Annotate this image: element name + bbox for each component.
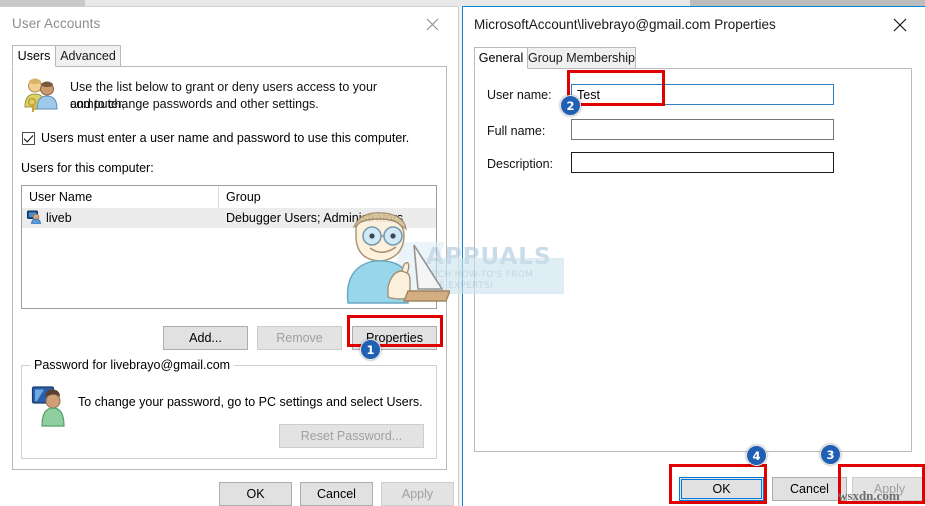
user-accounts-title: User Accounts (12, 16, 101, 31)
description-input[interactable] (571, 152, 834, 173)
row-user-name-cell: liveb (22, 208, 219, 228)
checkbox-checked-icon (22, 131, 35, 145)
tab-users[interactable]: Users (12, 45, 56, 67)
tab-general[interactable]: General (474, 47, 528, 69)
highlight-ok-button (669, 464, 767, 504)
apply-button-label: Apply (401, 487, 434, 501)
full-name-label: Full name: (487, 124, 546, 138)
step-badge-4: 4 (746, 445, 767, 466)
step-badge-3: 3 (820, 444, 841, 465)
user-name-label: User name: (487, 88, 552, 102)
add-button[interactable]: Add... (163, 326, 248, 350)
user-accounts-titlebar: User Accounts (0, 7, 457, 41)
properties-titlebar: MicrosoftAccount\livebrayo@gmail.com Pro… (463, 7, 925, 43)
tab-advanced-label: Advanced (60, 49, 116, 63)
highlight-user-name-input (567, 70, 665, 106)
properties-tabstrip: General Group Membership (474, 47, 912, 69)
require-password-checkbox-label: Users must enter a user name and passwor… (41, 131, 410, 145)
ok-button[interactable]: OK (219, 482, 292, 506)
ok-button-label: OK (246, 487, 265, 501)
require-password-checkbox[interactable]: Users must enter a user name and passwor… (22, 131, 409, 145)
row-user-name: liveb (46, 211, 72, 225)
remove-button: Remove (257, 326, 342, 350)
users-intro-line2: and to change passwords and other settin… (70, 97, 319, 111)
properties-cancel-button[interactable]: Cancel (772, 477, 847, 501)
user-account-icon (27, 210, 41, 227)
users-list-caption: Users for this computer: (21, 161, 154, 175)
add-button-label: Add... (189, 331, 222, 345)
step-badge-2: 2 (560, 95, 581, 116)
user-accounts-tabstrip: Users Advanced (12, 45, 447, 67)
cancel-button-label: Cancel (317, 487, 356, 501)
step-badge-1: 1 (360, 339, 381, 360)
tab-group-membership[interactable]: Group Membership (527, 47, 636, 69)
reset-password-button-label: Reset Password... (300, 429, 403, 443)
reset-password-button: Reset Password... (279, 424, 424, 448)
user-monitor-icon (31, 385, 71, 427)
cartoon-man-laptop-watermark (330, 205, 452, 308)
remove-button-label: Remove (276, 331, 323, 345)
full-name-input[interactable] (571, 119, 834, 140)
tab-advanced[interactable]: Advanced (55, 45, 121, 67)
password-change-text: To change your password, go to PC settin… (78, 395, 423, 409)
tab-general-label: General (478, 51, 524, 65)
close-icon[interactable] (880, 11, 920, 38)
close-icon[interactable] (413, 11, 451, 37)
password-groupbox-legend: Password for livebrayo@gmail.com (30, 358, 235, 372)
users-key-icon (21, 77, 61, 113)
column-header-user-name[interactable]: User Name (22, 186, 219, 208)
tab-group-membership-label: Group Membership (528, 51, 635, 65)
properties-title: MicrosoftAccount\livebrayo@gmail.com Pro… (474, 17, 776, 32)
properties-cancel-button-label: Cancel (790, 482, 829, 496)
apply-button: Apply (381, 482, 454, 506)
cancel-button[interactable]: Cancel (300, 482, 373, 506)
description-label: Description: (487, 157, 553, 171)
tab-users-label: Users (17, 49, 51, 63)
wsxdn-watermark: wsxdn.com (838, 488, 900, 503)
